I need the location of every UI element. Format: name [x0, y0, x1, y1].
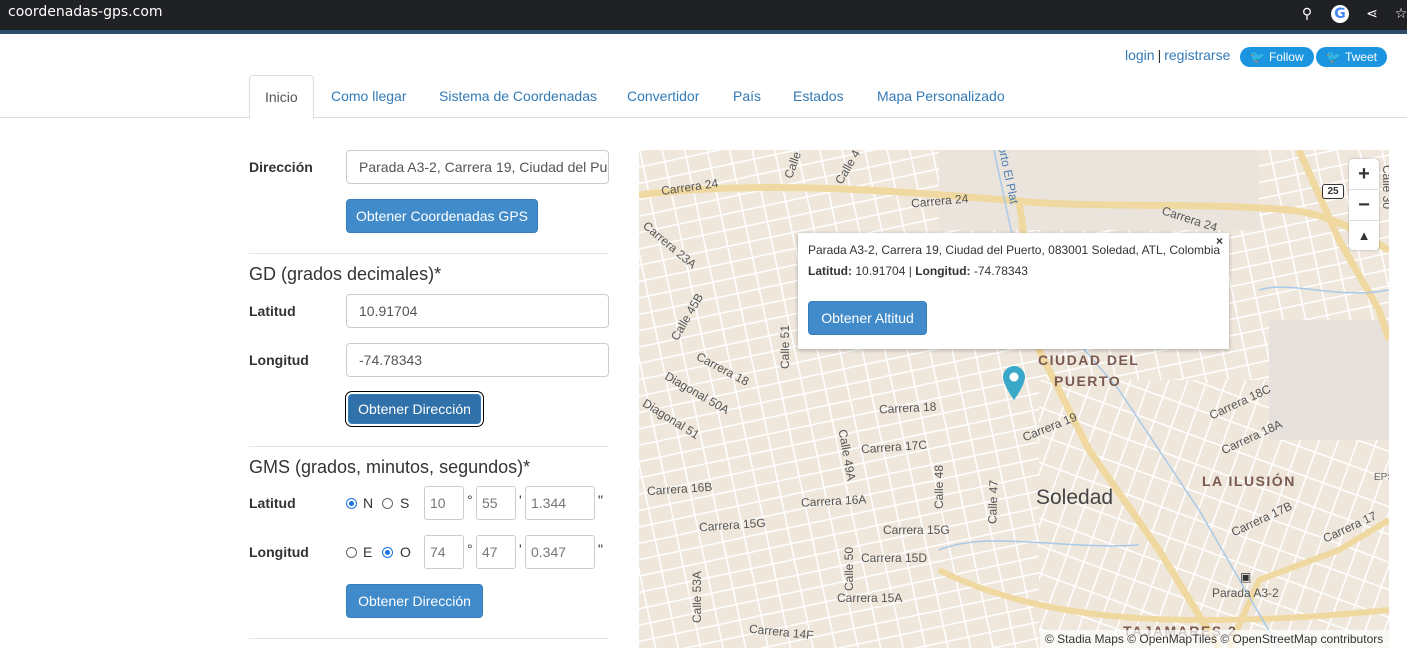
login-link[interactable]: login	[1125, 47, 1155, 63]
lng-minutes-input[interactable]: 47	[476, 535, 516, 569]
minute-symbol: '	[519, 492, 522, 508]
popup-lat-value: 10.91704	[855, 264, 906, 278]
map-label: Carrera 15G	[883, 523, 950, 537]
auth-links: login | registrarse	[1125, 47, 1230, 63]
browser-bar: coordenadas-gps.com ⚲ G ⋖ ☆	[0, 0, 1407, 34]
tab-inicio[interactable]: Inicio	[249, 75, 314, 119]
gd-section-title: GD (grados decimales)*	[249, 264, 442, 284]
lng-seconds-input[interactable]: 0.347	[525, 535, 595, 569]
degree-symbol: °	[467, 541, 473, 557]
popup-coordinates: Latitud: 10.91704 | Longitud: -74.78343	[808, 264, 1028, 278]
gms-latitude-label: Latitud	[249, 495, 296, 511]
city-label: Soledad	[1036, 486, 1114, 509]
auth-separator: |	[1157, 47, 1162, 63]
lat-south-label: S	[400, 495, 410, 511]
neighborhood-label: PUERTO	[1054, 373, 1122, 389]
location-pin-icon[interactable]: ⚲	[1298, 5, 1316, 23]
lat-north-radio[interactable]	[346, 498, 357, 509]
degree-symbol: °	[467, 492, 473, 508]
address-label: Dirección	[249, 159, 313, 175]
popup-lng-value: -74.78343	[973, 264, 1028, 278]
gms-section-title: GMS (grados, minutos, segundos)*	[249, 457, 531, 477]
bus-stop-label: Parada A3-2	[1212, 586, 1279, 600]
divider	[249, 638, 609, 639]
gms-longitude-label: Longitud	[249, 544, 309, 560]
twitter-bird-icon: 🐦	[1250, 50, 1265, 64]
share-icon[interactable]: ⋖	[1363, 5, 1381, 23]
browser-bar-border	[0, 30, 1407, 34]
url-text[interactable]: coordenadas-gps.com	[8, 4, 163, 20]
map-marker-icon[interactable]	[1001, 365, 1027, 401]
map-label: Carrera 18	[878, 399, 937, 417]
map-label: Carrera 15A	[837, 591, 903, 605]
map-attribution[interactable]: © Stadia Maps © OpenMapTiles © OpenStree…	[1040, 630, 1389, 648]
twitter-follow-button[interactable]: 🐦 Follow	[1240, 47, 1314, 67]
tab-estados[interactable]: Estados	[778, 75, 859, 117]
register-link[interactable]: registrarse	[1164, 47, 1230, 63]
popup-lng-label: Longitud:	[915, 264, 971, 278]
zoom-in-button[interactable]: +	[1349, 159, 1379, 190]
popup-close-icon[interactable]: ×	[1216, 234, 1223, 248]
popup-lat-label: Latitud:	[808, 264, 852, 278]
lat-degrees-input[interactable]: 10	[424, 486, 464, 520]
map-label: Calle 47	[985, 479, 1001, 525]
get-altitude-button[interactable]: Obtener Altitud	[808, 301, 927, 335]
divider	[249, 446, 609, 447]
route-shield: 25	[1322, 184, 1344, 199]
neighborhood-label: LA ILUSIÓN	[1202, 473, 1296, 489]
address-input[interactable]: Parada A3-2, Carrera 19, Ciudad del Puer…	[346, 150, 609, 184]
gd-latitude-label: Latitud	[249, 303, 296, 319]
map-label: Carrera 15D	[861, 551, 928, 565]
tab-convertidor[interactable]: Convertidor	[612, 75, 714, 117]
nav-tabs: Inicio Como llegar Sistema de Coordenada…	[0, 75, 1407, 119]
twitter-tweet-button[interactable]: 🐦 Tweet	[1316, 47, 1387, 67]
lat-minutes-input[interactable]: 55	[476, 486, 516, 520]
neighborhood-label: CIUDAD DEL	[1038, 352, 1140, 368]
reset-bearing-button[interactable]: ▲	[1349, 221, 1379, 251]
lng-west-radio[interactable]	[382, 547, 393, 558]
lng-east-label: E	[363, 544, 373, 560]
map-label: Calle 50	[842, 546, 857, 592]
gd-longitude-input[interactable]: -74.78343	[346, 343, 609, 377]
twitter-bird-icon: 🐦	[1326, 50, 1341, 64]
lng-east-radio[interactable]	[346, 547, 357, 558]
map-label: Calle 30	[1380, 164, 1389, 210]
lng-west-label: O	[400, 544, 411, 560]
second-symbol: "	[598, 492, 603, 508]
tab-como-llegar[interactable]: Como llegar	[316, 75, 421, 117]
map-label: Calle 48	[932, 464, 947, 510]
lat-north-label: N	[363, 495, 374, 511]
google-icon[interactable]: G	[1331, 5, 1349, 23]
get-gps-coordinates-button[interactable]: Obtener Coordenadas GPS	[346, 199, 538, 233]
divider	[249, 253, 609, 254]
map-label: EPS	[1374, 472, 1389, 483]
minute-symbol: '	[519, 541, 522, 557]
tab-mapa-personalizado[interactable]: Mapa Personalizado	[862, 75, 1020, 117]
star-icon[interactable]: ☆	[1392, 5, 1407, 23]
map-popup: Parada A3-2, Carrera 19, Ciudad del Puer…	[798, 233, 1229, 349]
tab-pais[interactable]: País	[718, 75, 776, 117]
follow-label: Follow	[1268, 50, 1304, 64]
second-symbol: "	[598, 541, 603, 557]
popup-separator: |	[908, 264, 912, 278]
map-label: Calle 53A	[690, 570, 705, 624]
map[interactable]: Carrera 24 Carrera 24 Carrera 24 Carrera…	[639, 150, 1389, 648]
gd-longitude-label: Longitud	[249, 352, 309, 368]
gd-get-address-button[interactable]: Obtener Dirección	[348, 394, 481, 424]
lng-degrees-input[interactable]: 74	[424, 535, 464, 569]
lat-seconds-input[interactable]: 1.344	[525, 486, 595, 520]
zoom-out-button[interactable]: −	[1349, 190, 1379, 221]
lat-south-radio[interactable]	[382, 498, 393, 509]
tweet-label: Tweet	[1344, 50, 1377, 64]
bus-icon: ▣	[1240, 570, 1252, 584]
gms-get-address-button[interactable]: Obtener Dirección	[346, 584, 483, 618]
map-label: Calle 51	[778, 324, 793, 370]
popup-address: Parada A3-2, Carrera 19, Ciudad del Puer…	[808, 243, 1221, 257]
gd-latitude-input[interactable]: 10.91704	[346, 294, 609, 328]
tab-sistema-coordenadas[interactable]: Sistema de Coordenadas	[424, 75, 612, 117]
map-controls: + − ▲	[1349, 159, 1379, 250]
